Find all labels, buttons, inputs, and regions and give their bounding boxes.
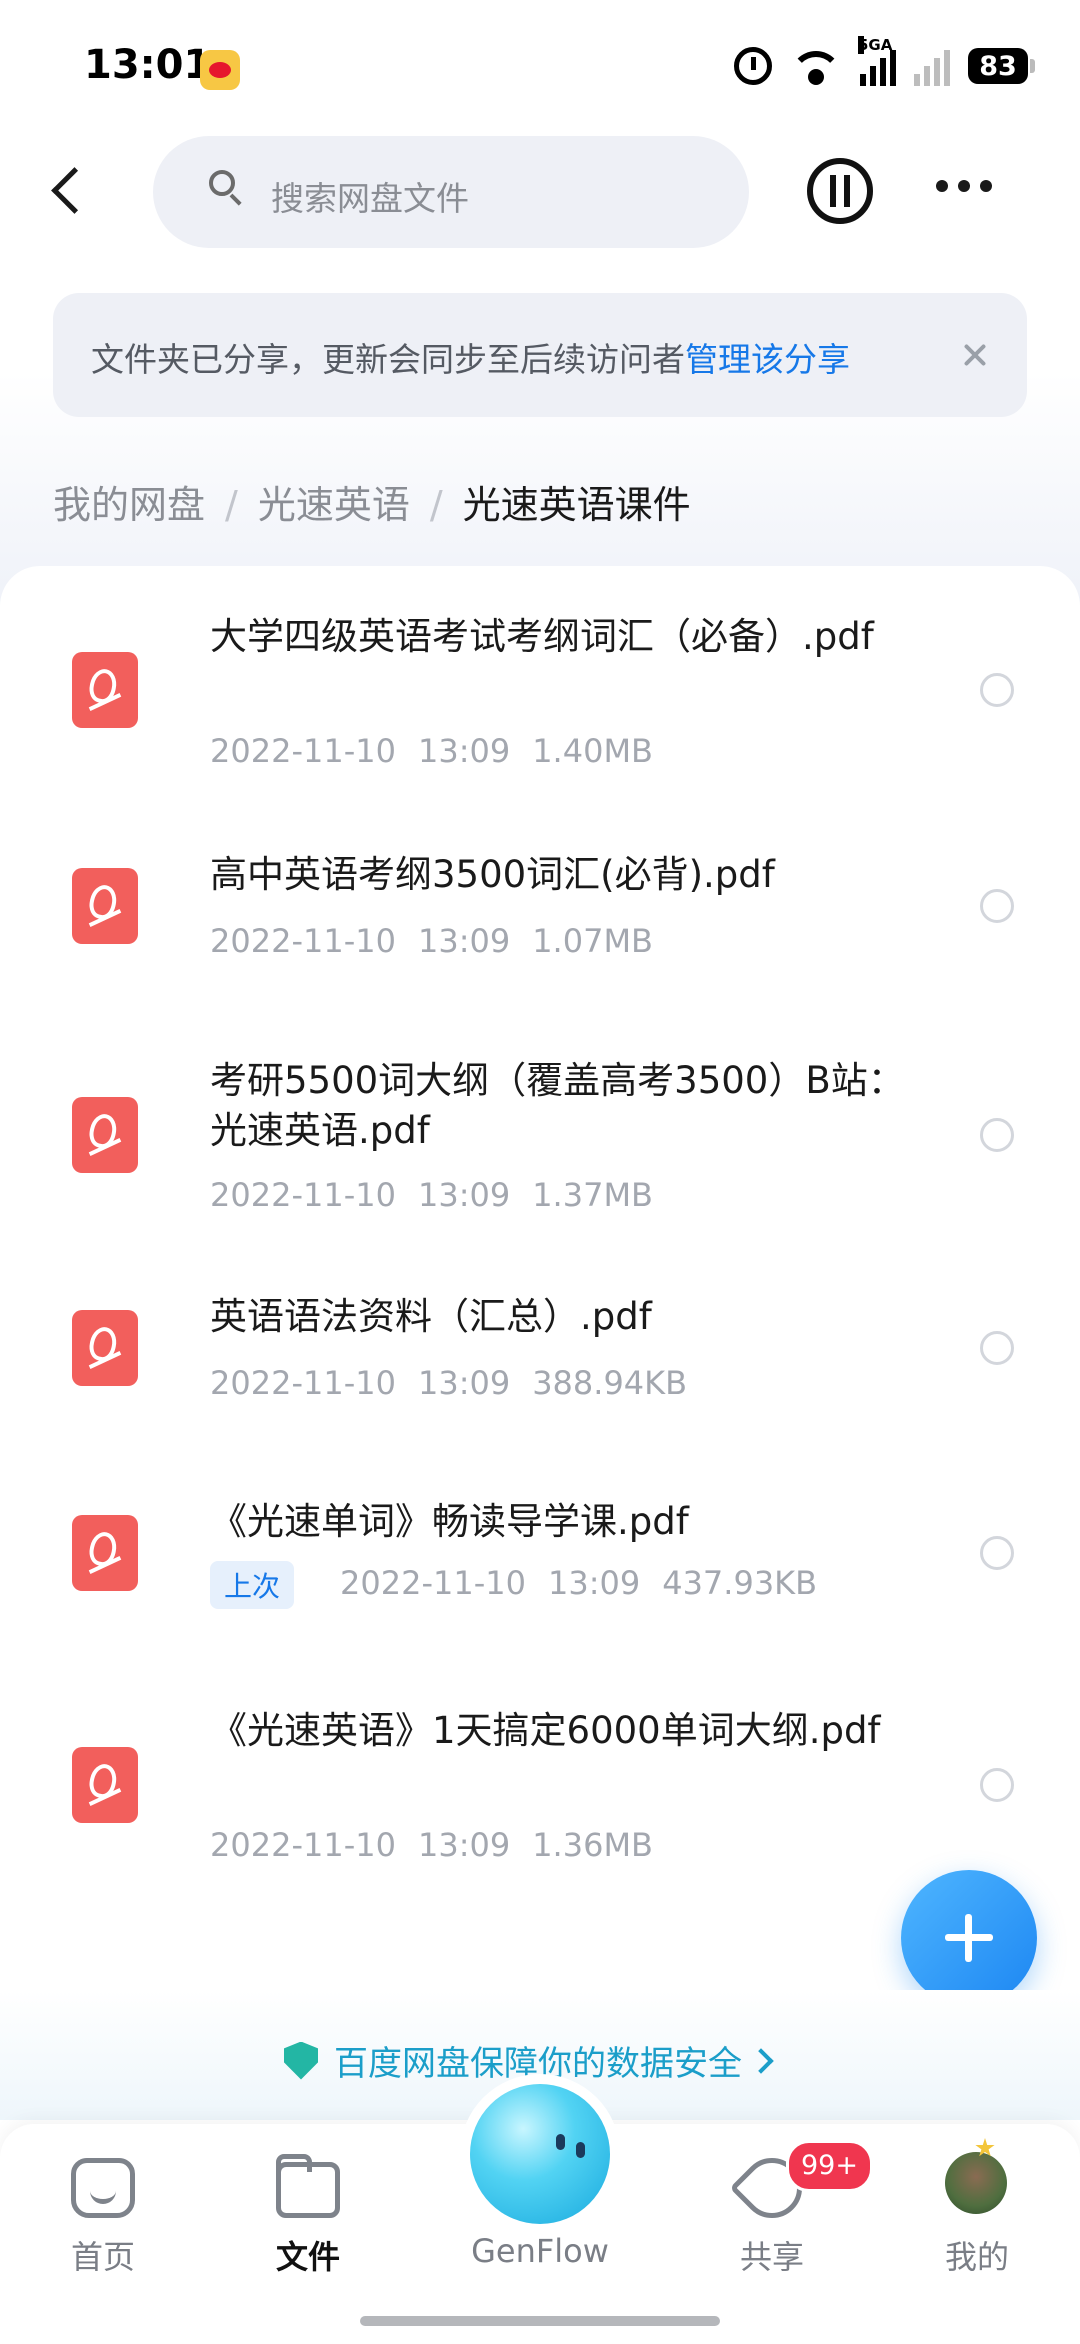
pdf-file-icon xyxy=(72,1097,138,1173)
select-radio[interactable] xyxy=(980,1536,1014,1570)
search-icon xyxy=(209,170,243,204)
select-radio[interactable] xyxy=(980,889,1014,923)
file-date: 2022-11-10 xyxy=(210,732,396,770)
transfer-icon[interactable] xyxy=(807,158,873,224)
pdf-file-icon xyxy=(72,1747,138,1823)
file-date: 2022-11-10 xyxy=(210,1826,396,1864)
nav-home-label: 首页 xyxy=(70,2238,135,2276)
file-size: 388.94KB xyxy=(532,1364,688,1402)
alarm-icon xyxy=(734,47,772,85)
breadcrumb-folder[interactable]: 光速英语 xyxy=(258,483,410,527)
shield-icon xyxy=(284,2041,318,2080)
security-notice[interactable]: 百度网盘保障你的数据安全 xyxy=(284,2036,774,2085)
select-radio[interactable] xyxy=(980,1331,1014,1365)
battery-indicator: 83 xyxy=(968,48,1035,84)
avatar[interactable] xyxy=(945,2152,1007,2214)
nav-files-label: 文件 xyxy=(275,2238,340,2276)
select-radio[interactable] xyxy=(980,1768,1014,1802)
file-meta: 2022-11-10 13:09 1.40MB xyxy=(210,732,653,770)
add-button[interactable] xyxy=(901,1870,1037,2006)
select-radio[interactable] xyxy=(980,1118,1014,1152)
pdf-file-icon xyxy=(72,868,138,944)
file-meta: 2022-11-10 13:09 388.94KB xyxy=(210,1364,687,1402)
chevron-right-icon xyxy=(748,2047,774,2074)
breadcrumb: 我的网盘 / 光速英语 / 光速英语课件 xyxy=(53,474,691,529)
file-date: 2022-11-10 xyxy=(210,1364,396,1402)
file-name: 大学四级英语考试考纲词汇（必备）.pdf xyxy=(210,615,874,658)
breadcrumb-separator: / xyxy=(225,483,238,527)
genflow-button[interactable] xyxy=(470,2084,610,2224)
search-placeholder: 搜索网盘文件 xyxy=(271,179,469,218)
search-input[interactable]: 搜索网盘文件 xyxy=(153,136,749,248)
more-icon[interactable] xyxy=(936,180,992,192)
status-bar: 13:01 5GA 83 xyxy=(0,0,1080,130)
wifi-icon xyxy=(790,47,842,85)
genflow-eye xyxy=(576,2142,585,2158)
file-meta: 2022-11-10 13:09 1.37MB xyxy=(210,1176,653,1214)
file-meta: 2022-11-10 13:09 1.36MB xyxy=(210,1826,653,1864)
file-time: 13:09 xyxy=(417,1826,511,1864)
file-name: 高中英语考纲3500词汇(必背).pdf xyxy=(210,853,775,896)
file-date: 2022-11-10 xyxy=(210,1176,396,1214)
share-banner-message: 文件夹已分享，更新会同步至后续访问者 xyxy=(91,340,685,379)
breadcrumb-separator: / xyxy=(429,483,443,527)
file-time: 13:09 xyxy=(417,922,511,960)
file-date: 2022-11-10 xyxy=(340,1564,526,1602)
file-time: 13:09 xyxy=(417,1364,511,1402)
share-banner: 文件夹已分享，更新会同步至后续访问者管理该分享 xyxy=(53,293,1027,417)
file-meta: 上次 2022-11-10 13:09 437.93KB xyxy=(210,1561,817,1609)
genflow-label: GenFlow xyxy=(471,2232,609,2270)
close-icon[interactable] xyxy=(953,333,997,377)
folder-icon xyxy=(276,2154,340,2218)
home-indicator xyxy=(360,2316,720,2326)
file-size: 1.36MB xyxy=(532,1826,653,1864)
network-label: 5GA xyxy=(858,36,893,54)
breadcrumb-current: 光速英语课件 xyxy=(462,483,691,527)
signal-5g-icon: 5GA xyxy=(858,36,896,86)
file-size: 1.37MB xyxy=(532,1176,653,1214)
nav-share-label: 共享 xyxy=(739,2238,804,2276)
file-time: 13:09 xyxy=(417,1176,511,1214)
home-icon xyxy=(71,2158,135,2218)
signal-secondary-icon xyxy=(914,46,950,86)
manage-share-link[interactable]: 管理该分享 xyxy=(685,340,850,379)
share-banner-text: 文件夹已分享，更新会同步至后续访问者管理该分享 xyxy=(91,333,850,381)
file-time: 13:09 xyxy=(547,1564,641,1602)
file-name: 英语语法资料（汇总）.pdf xyxy=(210,1295,652,1338)
file-meta: 2022-11-10 13:09 1.07MB xyxy=(210,922,653,960)
status-time: 13:01 xyxy=(84,42,212,88)
file-name: 《光速英语》1天搞定6000单词大纲.pdf xyxy=(210,1709,881,1752)
last-opened-badge: 上次 xyxy=(210,1561,295,1609)
breadcrumb-my-drive[interactable]: 我的网盘 xyxy=(53,483,205,527)
file-size: 1.40MB xyxy=(532,732,653,770)
pdf-file-icon xyxy=(72,652,138,728)
nav-files[interactable]: 文件 xyxy=(238,2124,378,2324)
genflow-eye xyxy=(556,2134,565,2150)
select-radio[interactable] xyxy=(980,673,1014,707)
file-size: 437.93KB xyxy=(662,1564,818,1602)
weibo-notification-icon xyxy=(200,50,240,90)
back-arrow-icon[interactable] xyxy=(40,160,100,220)
file-name: 考研5500词大纲（覆盖高考3500）B站：光速英语.pdf xyxy=(210,1059,905,1152)
status-icons: 5GA 83 xyxy=(734,36,1035,86)
file-name: 《光速单词》畅读导学课.pdf xyxy=(210,1500,689,1543)
file-size: 1.07MB xyxy=(532,922,653,960)
pdf-file-icon xyxy=(72,1310,138,1386)
security-notice-text: 百度网盘保障你的数据安全 xyxy=(334,2044,742,2084)
file-time: 13:09 xyxy=(417,732,511,770)
nav-mine-label: 我的 xyxy=(944,2238,1009,2276)
share-notification-badge: 99+ xyxy=(786,2140,873,2192)
nav-home[interactable]: 首页 xyxy=(33,2124,173,2324)
pdf-file-icon xyxy=(72,1515,138,1591)
file-date: 2022-11-10 xyxy=(210,922,396,960)
